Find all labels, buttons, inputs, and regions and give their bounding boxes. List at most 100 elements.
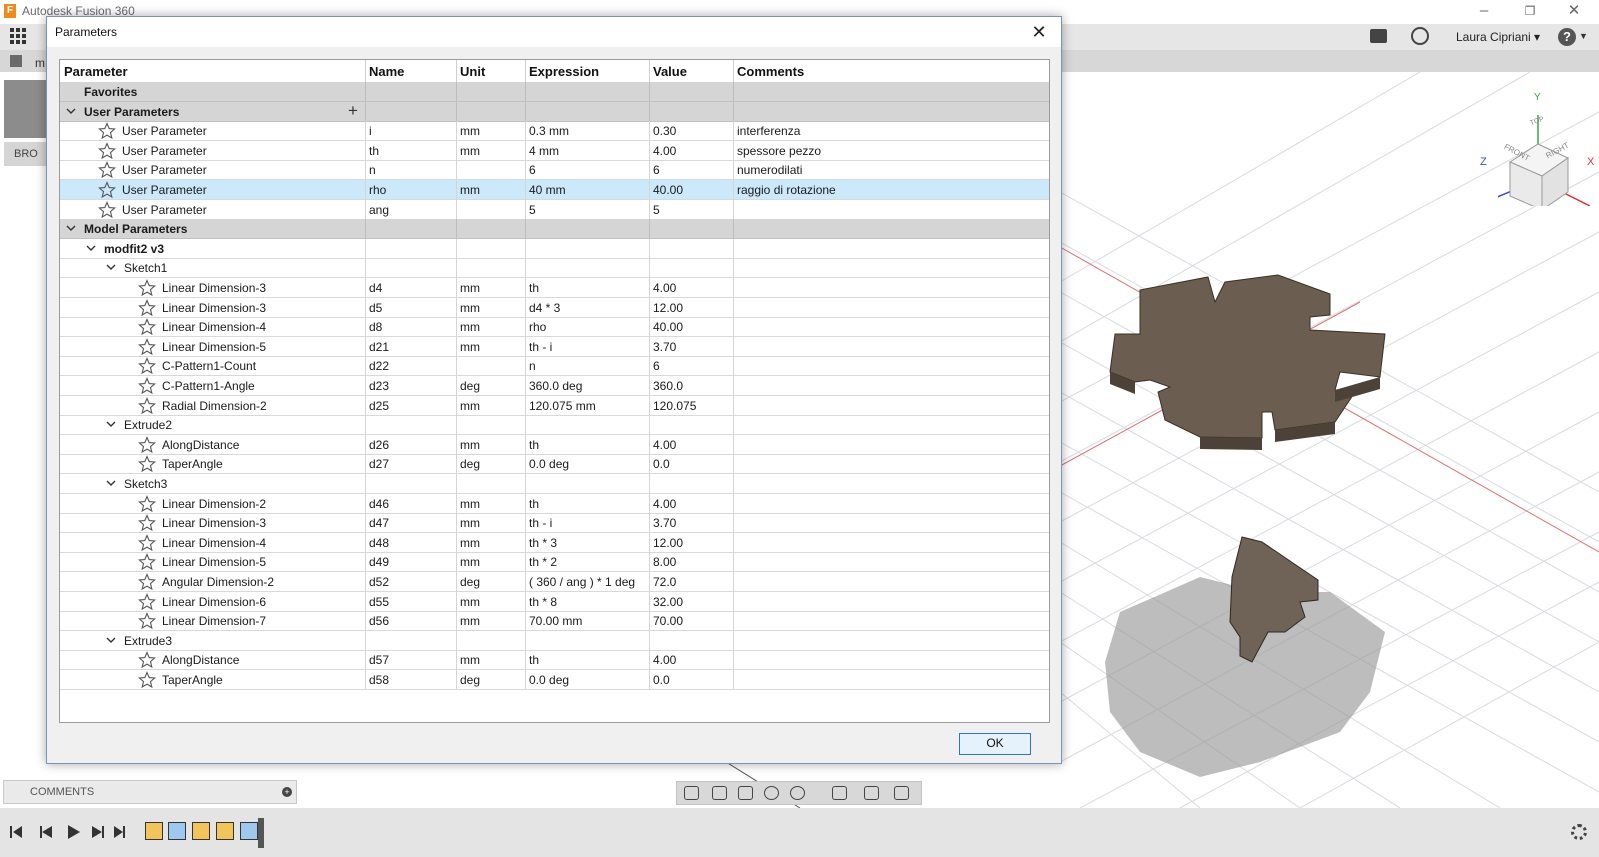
favorite-star-icon[interactable]: [138, 377, 156, 395]
close-icon[interactable]: ✕: [1027, 21, 1051, 43]
favorite-star-icon[interactable]: [138, 357, 156, 375]
chevron-down-icon[interactable]: [106, 262, 116, 272]
job-status-clock-icon[interactable]: [1411, 27, 1429, 45]
parameter-row[interactable]: Linear Dimension-2 d46 mm th 4.00: [60, 493, 1049, 514]
section-row[interactable]: Favorites: [60, 82, 1049, 102]
parameter-comment-field[interactable]: [733, 356, 1049, 375]
favorite-star-icon[interactable]: [138, 396, 156, 415]
parameter-comment-field[interactable]: [733, 200, 1049, 219]
timeline-marker-handle[interactable]: [258, 818, 264, 848]
parameter-row[interactable]: User Parameter rho mm 40 mm 40.00 raggio di r…: [60, 180, 1049, 200]
parameter-name[interactable]: d27: [365, 454, 456, 473]
parameter-row[interactable]: C-Pattern1-Angle d23 deg 360.0 deg 360.0: [60, 376, 1049, 396]
chevron-down-icon[interactable]: [66, 106, 76, 116]
parameter-expression-field[interactable]: th - i: [525, 513, 649, 532]
favorite-star-icon[interactable]: [138, 592, 156, 611]
parameter-row[interactable]: AlongDistance d26 mm th 4.00: [60, 434, 1049, 455]
favorite-star-icon[interactable]: [98, 122, 116, 140]
group-row[interactable]: Sketch1: [60, 258, 1049, 279]
favorite-star-icon[interactable]: [138, 318, 156, 336]
parameter-expression-field[interactable]: ( 360 / ang ) * 1 deg: [525, 572, 649, 591]
favorite-star-icon[interactable]: [138, 651, 156, 669]
parameter-row[interactable]: User Parameter i mm 0.3 mm 0.30 interferenza: [60, 121, 1049, 142]
column-divider[interactable]: [456, 60, 457, 82]
parameter-comment-field[interactable]: [733, 454, 1049, 473]
parameter-expression-field[interactable]: 5: [525, 200, 649, 219]
parameter-expression-field[interactable]: n: [525, 356, 649, 375]
add-comment-icon[interactable]: +: [282, 787, 292, 797]
timeline-sketch-item[interactable]: [145, 822, 163, 840]
parameter-comment-field[interactable]: [733, 552, 1049, 571]
timeline-extrude-item[interactable]: [168, 822, 186, 840]
column-header-parameter[interactable]: Parameter: [60, 60, 365, 82]
parameter-row[interactable]: TaperAngle d58 deg 0.0 deg 0.0: [60, 670, 1049, 690]
parameter-row[interactable]: Radial Dimension-2 d25 mm 120.075 mm 120.075: [60, 395, 1049, 416]
parameter-expression-field[interactable]: th - i: [525, 337, 649, 356]
parameter-comment-field[interactable]: [733, 337, 1049, 356]
favorite-star-icon[interactable]: [138, 573, 156, 591]
parameter-name[interactable]: d56: [365, 611, 456, 630]
parameter-name[interactable]: d8: [365, 317, 456, 336]
apps-grid-icon[interactable]: [10, 28, 28, 46]
parameter-expression-field[interactable]: th * 3: [525, 533, 649, 552]
restore-button[interactable]: ❐: [1508, 0, 1552, 22]
hex-plate-model[interactable]: [1109, 274, 1386, 439]
favorite-star-icon[interactable]: [138, 279, 156, 297]
parameter-name[interactable]: d23: [365, 376, 456, 395]
parameter-expression-field[interactable]: th: [525, 435, 649, 454]
favorite-star-icon[interactable]: [138, 612, 156, 630]
parameter-expression-field[interactable]: th: [525, 278, 649, 297]
close-app-button[interactable]: ✕: [1552, 0, 1596, 22]
column-divider[interactable]: [525, 60, 526, 82]
parameter-comment-field[interactable]: [733, 572, 1049, 591]
parameter-name[interactable]: d58: [365, 670, 456, 689]
parameter-name[interactable]: n: [365, 160, 456, 179]
column-header-value[interactable]: Value: [649, 60, 733, 82]
help-icon[interactable]: ?: [1558, 28, 1576, 46]
section-row[interactable]: User Parameters +: [60, 101, 1049, 122]
parameter-name[interactable]: th: [365, 141, 456, 160]
parameter-expression-field[interactable]: 0.3 mm: [525, 121, 649, 140]
gear-icon[interactable]: [1571, 824, 1587, 840]
parameter-row[interactable]: Angular Dimension-2 d52 deg ( 360 / ang ) *…: [60, 572, 1049, 592]
zoom-icon[interactable]: [764, 786, 779, 800]
parameter-row[interactable]: Linear Dimension-5 d49 mm th * 2 8.00: [60, 552, 1049, 573]
parameter-comment-field[interactable]: [733, 650, 1049, 669]
favorite-star-icon[interactable]: [138, 514, 156, 532]
parameter-row[interactable]: Linear Dimension-4 d48 mm th * 3 12.00: [60, 532, 1049, 553]
parameter-expression-field[interactable]: th: [525, 494, 649, 513]
section-row[interactable]: Model Parameters: [60, 219, 1049, 240]
column-divider[interactable]: [733, 60, 734, 82]
parameter-expression-field[interactable]: 120.075 mm: [525, 396, 649, 415]
parameter-expression-field[interactable]: 360.0 deg: [525, 376, 649, 395]
parameter-name[interactable]: d25: [365, 396, 456, 415]
timeline-sketch-item[interactable]: [216, 822, 234, 840]
group-row[interactable]: Sketch3: [60, 474, 1049, 494]
parameter-expression-field[interactable]: th * 8: [525, 592, 649, 611]
parameter-row[interactable]: Linear Dimension-5 d21 mm th - i 3.70: [60, 336, 1049, 357]
parameter-name[interactable]: d49: [365, 552, 456, 571]
parameter-name[interactable]: d47: [365, 513, 456, 532]
parameter-expression-field[interactable]: 70.00 mm: [525, 611, 649, 630]
viewports-icon[interactable]: [894, 786, 909, 800]
favorite-star-icon[interactable]: [138, 337, 156, 356]
timeline-sketch-item[interactable]: [192, 822, 210, 840]
column-header-name[interactable]: Name: [365, 60, 456, 82]
fit-icon[interactable]: [790, 786, 805, 800]
parameter-row[interactable]: User Parameter n 6 6 numerodilati: [60, 160, 1049, 181]
chevron-down-icon[interactable]: [106, 478, 116, 488]
parameter-name[interactable]: d55: [365, 592, 456, 611]
parameter-comment-field[interactable]: [733, 435, 1049, 454]
parameter-row[interactable]: User Parameter th mm 4 mm 4.00 spessore pezzo: [60, 140, 1049, 161]
parameter-expression-field[interactable]: th: [525, 650, 649, 669]
parameter-name[interactable]: d52: [365, 572, 456, 591]
orbit-icon[interactable]: [684, 786, 699, 800]
parameter-name[interactable]: rho: [365, 180, 456, 199]
favorite-star-icon[interactable]: [98, 141, 116, 160]
parameter-comment-field[interactable]: [733, 376, 1049, 395]
parameter-name[interactable]: i: [365, 121, 456, 140]
favorite-star-icon[interactable]: [138, 435, 156, 454]
parameter-name[interactable]: d26: [365, 435, 456, 454]
parameter-comment-field[interactable]: [733, 611, 1049, 630]
parameter-comment-field[interactable]: [733, 317, 1049, 336]
